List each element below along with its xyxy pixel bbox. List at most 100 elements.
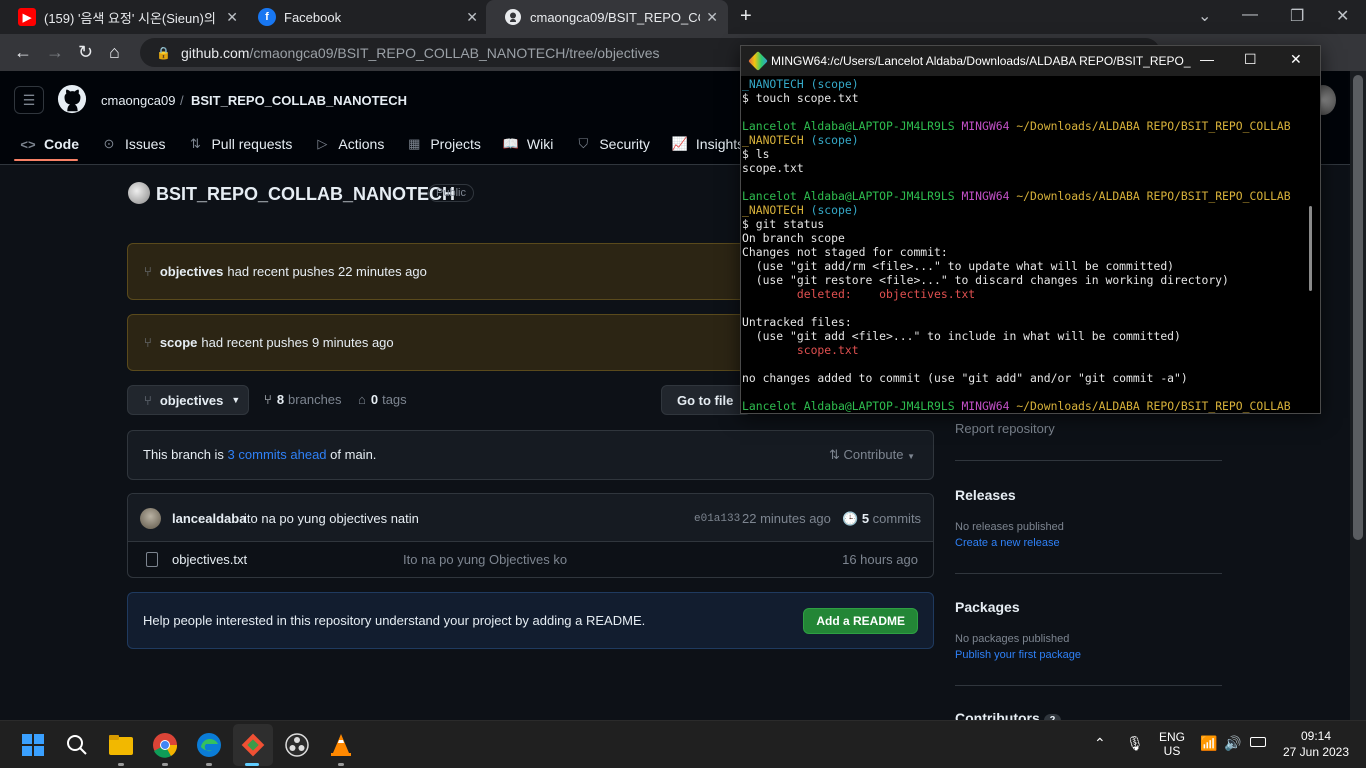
commit-sha[interactable]: e01a133: [694, 513, 740, 525]
owner-link[interactable]: cmaongca09: [101, 93, 175, 108]
breadcrumb-separator: /: [180, 93, 184, 108]
commit-message[interactable]: ito na po yung objectives natin: [244, 511, 419, 526]
contribute-label: Contribute: [843, 447, 904, 462]
tab-title: (159) '음색 요정' 시온(Sieun)의 듣: [44, 10, 219, 26]
terminal-titlebar[interactable]: MINGW64:/c/Users/Lancelot Aldaba/Downloa…: [741, 46, 1320, 76]
push-branch-name[interactable]: objectives: [160, 264, 224, 279]
terminal-title: MINGW64:/c/Users/Lancelot Aldaba/Downloa…: [771, 54, 1191, 68]
obs-icon[interactable]: [283, 731, 311, 759]
tab-security[interactable]: ⛉ Security: [575, 133, 650, 155]
browser-tab-strip: ▶ (159) '음색 요정' 시온(Sieun)의 듣 ✕ f Faceboo…: [0, 0, 1366, 34]
file-name-link[interactable]: objectives.txt: [172, 552, 247, 567]
go-to-file-button[interactable]: Go to file: [661, 385, 751, 415]
term-user: Lancelot Aldaba@LAPTOP-JM4LR9LS: [742, 119, 955, 133]
releases-heading[interactable]: Releases: [955, 487, 1016, 503]
tags-link[interactable]: ⌂ 0 tags: [358, 392, 407, 407]
add-readme-button[interactable]: Add a README: [803, 608, 918, 634]
terminal-output[interactable]: _NANOTECH (scope) $ touch scope.txt Lance…: [742, 77, 1307, 413]
search-icon[interactable]: [63, 731, 91, 759]
tab-label: Issues: [125, 136, 166, 152]
tab-pull-requests[interactable]: ⇅ Pull requests: [187, 133, 292, 155]
tab-label: Pull requests: [211, 136, 293, 152]
start-icon[interactable]: [19, 731, 47, 759]
table-icon: ▦: [408, 136, 421, 151]
tab-search-icon[interactable]: ⌄: [1198, 6, 1211, 26]
volume-icon[interactable]: 🔊: [1224, 735, 1241, 752]
commit-author[interactable]: lancealdaba: [172, 511, 246, 526]
minimize-icon[interactable]: —: [1242, 6, 1258, 24]
file-commit-message[interactable]: Ito na po yung Objectives ko: [403, 552, 567, 567]
clock[interactable]: 09:14 27 Jun 2023: [1276, 729, 1356, 759]
close-window-icon[interactable]: ✕: [1336, 6, 1349, 26]
commits-count-link[interactable]: 🕒 5 commits: [842, 511, 921, 527]
tab-github[interactable]: cmaongca09/BSIT_REPO_COLLAB ✕: [486, 0, 728, 34]
file-explorer-icon[interactable]: [107, 731, 135, 759]
publish-package-link[interactable]: Publish your first package: [955, 649, 1081, 661]
microphone-icon[interactable]: 🎙: [1126, 735, 1144, 752]
tab-youtube[interactable]: ▶ (159) '음색 요정' 시온(Sieun)의 듣 ✕: [0, 0, 248, 34]
page-scrollbar[interactable]: [1350, 71, 1366, 720]
term-deleted-label: deleted:: [742, 287, 880, 301]
tag-icon: ⌂: [358, 392, 366, 407]
close-tab-icon[interactable]: ✕: [466, 9, 478, 26]
minimize-icon[interactable]: —: [1200, 51, 1214, 67]
terminal-scrollbar[interactable]: [1309, 206, 1312, 291]
tab-issues[interactable]: ⊙ Issues: [101, 133, 166, 155]
branch-selector-button[interactable]: ⑂ objectives ▼: [127, 385, 249, 415]
close-tab-icon[interactable]: ✕: [226, 9, 238, 26]
commits-label: commits: [872, 511, 922, 526]
wifi-icon[interactable]: 📶: [1200, 735, 1217, 752]
tab-facebook[interactable]: f Facebook ✕: [240, 0, 488, 34]
new-tab-button[interactable]: +: [740, 5, 752, 28]
terminal-line: Changes not staged for commit:: [742, 245, 948, 259]
clock-date: 27 Jun 2023: [1282, 745, 1350, 759]
term-user: Lancelot Aldaba@LAPTOP-JM4LR9LS: [742, 189, 955, 203]
restore-icon[interactable]: ❐: [1290, 6, 1304, 26]
language-indicator[interactable]: ENG US: [1156, 730, 1188, 758]
vlc-icon[interactable]: [327, 731, 355, 759]
github-logo-icon[interactable]: [57, 84, 87, 114]
report-repository-link[interactable]: Report repository: [955, 421, 1055, 436]
repo-title[interactable]: BSIT_REPO_COLLAB_NANOTECH: [156, 184, 455, 205]
git-bash-icon[interactable]: [239, 731, 267, 759]
battery-icon[interactable]: [1250, 737, 1266, 747]
forward-icon[interactable]: →: [46, 42, 64, 63]
term-branch: (scope): [810, 133, 859, 147]
repo-link[interactable]: BSIT_REPO_COLLAB_NANOTECH: [191, 93, 407, 108]
code-icon: <>: [20, 136, 36, 152]
back-icon[interactable]: ←: [14, 42, 32, 63]
shield-icon: ⛉: [578, 136, 589, 151]
branches-link[interactable]: ⑂ 8 branches: [264, 392, 342, 407]
chrome-icon[interactable]: [151, 731, 179, 759]
tab-code[interactable]: <> Code: [20, 133, 79, 155]
tab-insights[interactable]: 📈 Insights: [672, 133, 744, 155]
avatar[interactable]: [140, 508, 161, 529]
tab-label: Security: [599, 136, 650, 152]
create-release-link[interactable]: Create a new release: [955, 537, 1060, 549]
chevron-up-icon[interactable]: ⌃: [1094, 735, 1106, 752]
packages-heading[interactable]: Packages: [955, 599, 1020, 615]
tab-wiki[interactable]: 📖 Wiki: [503, 133, 553, 155]
home-icon[interactable]: ⌂: [109, 42, 120, 63]
reload-icon[interactable]: ↻: [78, 42, 93, 63]
caret-down-icon: ▼: [231, 395, 241, 405]
git-bash-window[interactable]: MINGW64:/c/Users/Lancelot Aldaba/Downloa…: [740, 45, 1321, 414]
recent-push-banner: ⑂ scope had recent pushes 9 minutes ago: [127, 314, 757, 371]
commits-ahead-link[interactable]: 3 commits ahead: [228, 447, 327, 462]
scrollbar-thumb[interactable]: [1353, 75, 1363, 540]
push-branch-name[interactable]: scope: [160, 335, 198, 350]
tab-actions[interactable]: ▷ Actions: [314, 133, 384, 155]
contribute-button[interactable]: ⇅ Contribute ▼: [829, 447, 915, 463]
branches-label: branches: [288, 392, 342, 407]
close-tab-icon[interactable]: ✕: [706, 9, 718, 26]
close-icon[interactable]: ✕: [1290, 51, 1302, 68]
issue-icon: ⊙: [103, 136, 115, 151]
menu-icon[interactable]: ☰: [14, 86, 44, 114]
maximize-icon[interactable]: ☐: [1244, 51, 1257, 68]
active-indicator: [245, 763, 259, 766]
url-path: /cmaongca09/BSIT_REPO_COLLAB_NANOTECH/tr…: [249, 44, 660, 61]
tab-projects[interactable]: ▦ Projects: [406, 133, 481, 155]
releases-empty-text: No releases published: [955, 521, 1064, 533]
edge-icon[interactable]: [195, 731, 223, 759]
terminal-line: (use "git restore <file>..." to discard …: [742, 273, 1229, 287]
